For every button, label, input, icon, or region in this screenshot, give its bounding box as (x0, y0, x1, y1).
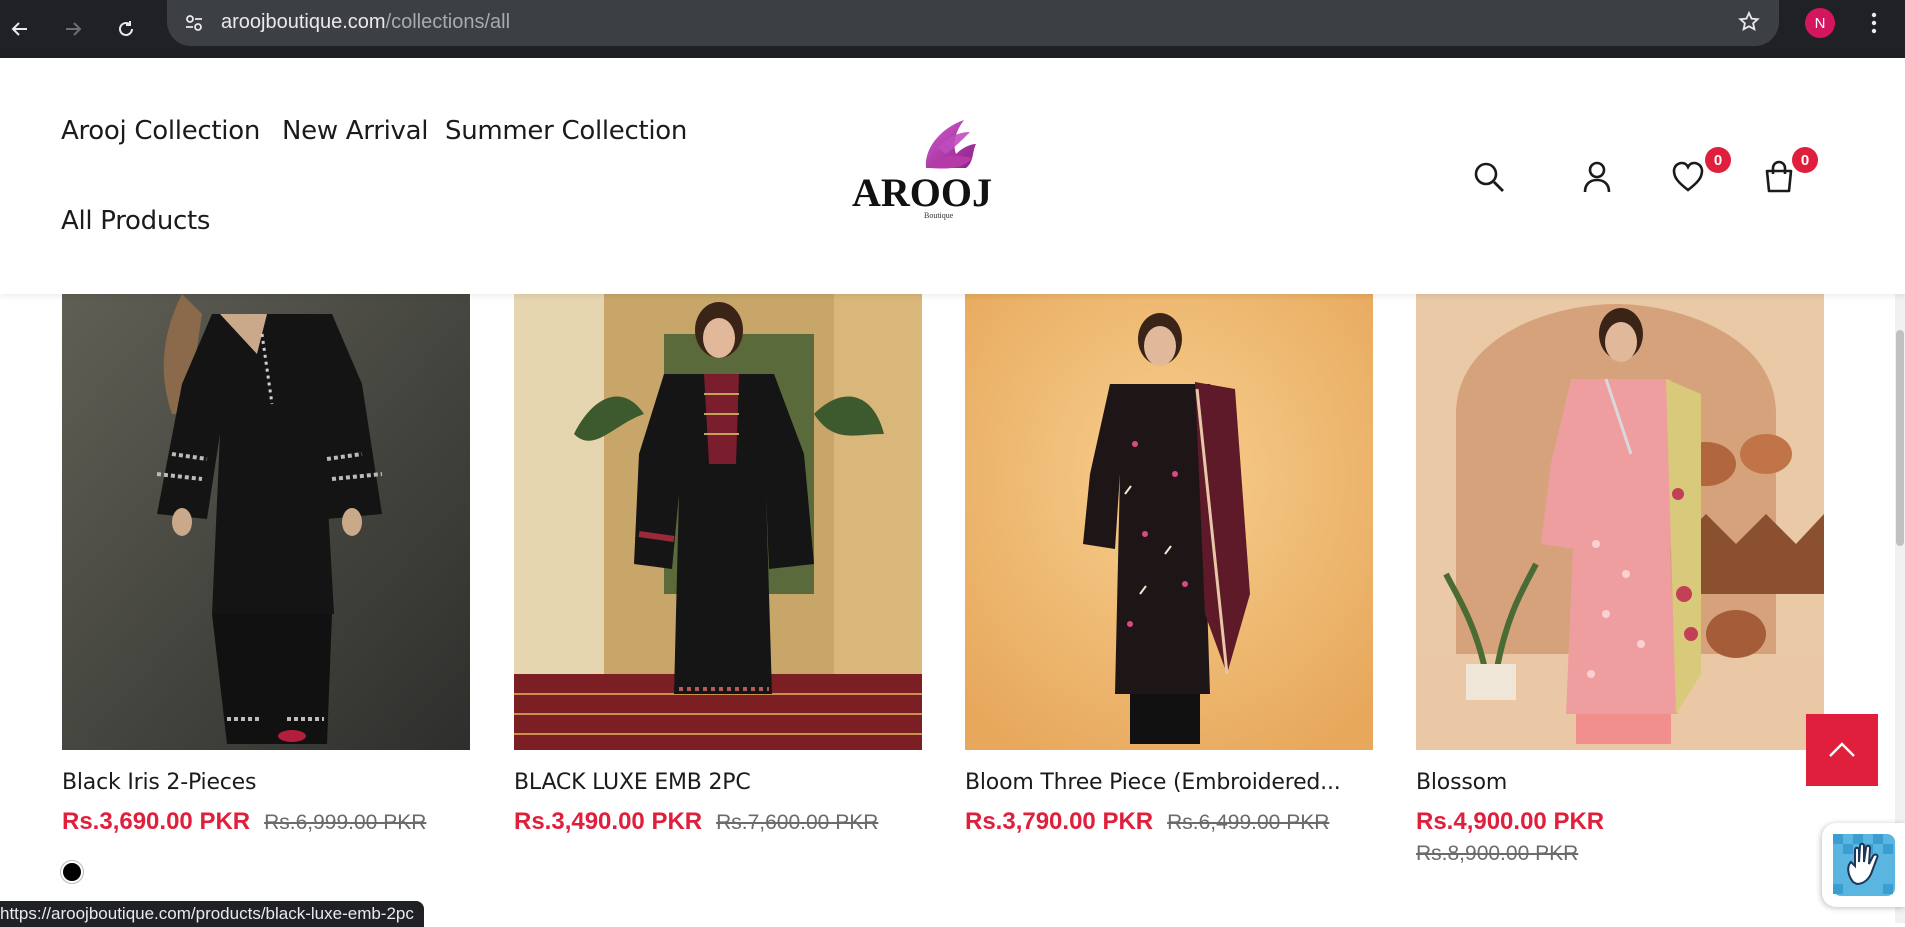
url-host: aroojboutique.com (221, 11, 386, 33)
product-title[interactable]: Blossom (1416, 770, 1507, 795)
product-title[interactable]: Black Iris 2-Pieces (62, 770, 256, 795)
link-status-bubble: https://aroojboutique.com/products/black… (0, 901, 424, 927)
reload-icon[interactable] (106, 9, 146, 49)
logo-wordmark: AROOJ (852, 170, 992, 215)
product-card[interactable]: Bloom Three Piece (Embroidered... Rs.3,7… (965, 294, 1373, 835)
url-text[interactable]: aroojboutique.com/collections/all (221, 11, 510, 34)
color-swatch-black[interactable] (61, 861, 83, 883)
profile-avatar[interactable]: N (1805, 8, 1835, 38)
product-price-row: Rs.3,690.00 PKR Rs.6,999.00 PKR (62, 808, 426, 836)
product-price: Rs.3,490.00 PKR (514, 808, 703, 835)
url-path: /collections/all (385, 11, 511, 33)
back-icon[interactable] (0, 9, 40, 49)
nav-summer-collection[interactable]: Summer Collection (445, 116, 687, 146)
product-compare-price: Rs.8,900.00 PKR (1416, 842, 1579, 865)
product-price: Rs.3,690.00 PKR (62, 808, 251, 835)
nav-arooj-collection[interactable]: Arooj Collection (61, 116, 260, 146)
product-price-row-2: Rs.8,900.00 PKR (1416, 842, 1578, 866)
accessibility-widget-button[interactable] (1822, 823, 1905, 907)
product-price: Rs.3,790.00 PKR (965, 808, 1154, 835)
scrollbar-thumb[interactable] (1896, 330, 1904, 546)
nav-all-products[interactable]: All Products (61, 206, 210, 236)
wishlist-heart-icon[interactable] (1666, 155, 1710, 199)
product-card[interactable]: BLACK LUXE EMB 2PC Rs.3,490.00 PKR Rs.7,6… (514, 294, 922, 835)
wishlist-count-badge: 0 (1705, 147, 1731, 173)
product-image[interactable] (1416, 294, 1824, 750)
product-image[interactable] (62, 294, 470, 750)
logo-subtext: Boutique (924, 211, 954, 220)
product-card[interactable]: Blossom Rs.4,900.00 PKR Rs.8,900.00 PKR (1416, 294, 1824, 865)
product-compare-price: Rs.6,499.00 PKR (1167, 811, 1330, 834)
product-image[interactable] (965, 294, 1373, 750)
hand-icon (1832, 834, 1895, 896)
product-price-row: Rs.3,490.00 PKR Rs.7,600.00 PKR (514, 808, 878, 836)
forward-icon[interactable] (53, 9, 93, 49)
site-header: Arooj Collection New Arrival Summer Coll… (0, 58, 1905, 294)
product-compare-price: Rs.6,999.00 PKR (264, 811, 427, 834)
browser-toolbar: aroojboutique.com/collections/all N (0, 0, 1905, 58)
site-logo[interactable]: AROOJ Boutique (846, 118, 996, 228)
nav-new-arrival[interactable]: New Arrival (282, 116, 428, 146)
back-to-top-button[interactable] (1806, 714, 1878, 786)
cart-count-badge: 0 (1792, 147, 1818, 173)
product-image[interactable] (514, 294, 922, 750)
product-card[interactable]: Black Iris 2-Pieces Rs.3,690.00 PKR Rs.6,… (62, 294, 470, 835)
product-compare-price: Rs.7,600.00 PKR (716, 811, 879, 834)
product-price-row: Rs.4,900.00 PKR (1416, 808, 1604, 836)
chevron-up-icon (1829, 742, 1855, 757)
product-price-row: Rs.3,790.00 PKR Rs.6,499.00 PKR (965, 808, 1329, 836)
product-price: Rs.4,900.00 PKR (1416, 808, 1605, 835)
site-settings-icon[interactable] (179, 8, 209, 38)
product-grid: Black Iris 2-Pieces Rs.3,690.00 PKR Rs.6,… (0, 294, 1905, 923)
search-icon[interactable] (1467, 155, 1511, 199)
address-bar[interactable]: aroojboutique.com/collections/all (167, 0, 1779, 46)
account-icon[interactable] (1575, 155, 1619, 199)
menu-kebab-icon[interactable] (1862, 6, 1886, 40)
product-title[interactable]: Bloom Three Piece (Embroidered... (965, 770, 1341, 795)
product-title[interactable]: BLACK LUXE EMB 2PC (514, 770, 751, 795)
bookmark-star-icon[interactable] (1737, 10, 1761, 39)
